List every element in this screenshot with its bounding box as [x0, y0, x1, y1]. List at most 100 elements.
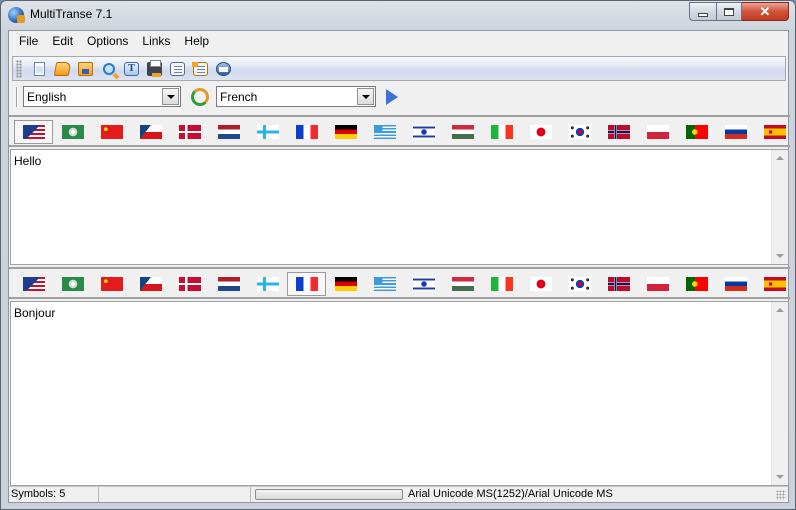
target-flag-japanese[interactable]	[521, 272, 560, 296]
target-flag-korean[interactable]	[560, 272, 599, 296]
chinese-flag-icon	[100, 125, 123, 139]
source-flag-spanish[interactable]	[755, 120, 794, 144]
german-flag-icon	[334, 277, 357, 291]
japanese-flag-icon	[529, 277, 552, 291]
target-flag-spanish[interactable]	[755, 272, 794, 296]
source-text[interactable]: Hello	[14, 154, 41, 168]
source-flag-greek[interactable]	[365, 120, 404, 144]
target-language-dropdown-button[interactable]	[357, 88, 374, 105]
save-button[interactable]	[74, 58, 97, 80]
source-language-dropdown-button[interactable]	[162, 88, 179, 105]
target-flag-hungarian[interactable]	[443, 272, 482, 296]
menu-options[interactable]: Options	[80, 31, 135, 51]
scroll-up-icon[interactable]	[776, 308, 784, 312]
chinese-flag-icon	[100, 277, 123, 291]
source-flag-english-us-uk[interactable]	[14, 120, 53, 144]
source-flag-german[interactable]	[326, 120, 365, 144]
menu-help[interactable]: Help	[177, 31, 216, 51]
korean-flag-icon	[568, 277, 591, 291]
menu-links[interactable]: Links	[135, 31, 177, 51]
symbols-count: Symbols: 5	[9, 487, 99, 502]
target-scrollbar[interactable]	[771, 302, 788, 485]
source-flag-italian[interactable]	[482, 120, 521, 144]
source-text-pane[interactable]: Hello	[10, 149, 789, 265]
mail-button[interactable]	[212, 58, 235, 80]
spanish-flag-icon	[763, 277, 786, 291]
print-button[interactable]	[143, 58, 166, 80]
separator	[16, 87, 18, 107]
target-flag-german[interactable]	[326, 272, 365, 296]
window-title: MultiTranse 7.1	[30, 7, 113, 21]
target-flag-arabic[interactable]	[53, 272, 92, 296]
menu-file[interactable]: File	[12, 31, 45, 51]
english-us-uk-flag-icon	[22, 277, 45, 291]
scroll-down-icon[interactable]	[776, 475, 784, 479]
target-text-pane[interactable]: Bonjour	[10, 301, 789, 486]
resize-grip[interactable]	[776, 490, 786, 500]
source-scrollbar[interactable]	[771, 150, 788, 264]
german-flag-icon	[334, 125, 357, 139]
english-us-uk-flag-icon	[22, 125, 45, 139]
target-flag-italian[interactable]	[482, 272, 521, 296]
dictionary-button[interactable]	[189, 58, 212, 80]
danish-flag-icon	[178, 125, 201, 139]
source-flag-portuguese[interactable]	[677, 120, 716, 144]
text-font-icon: T	[124, 61, 139, 76]
source-flag-danish[interactable]	[170, 120, 209, 144]
target-flag-dutch[interactable]	[209, 272, 248, 296]
target-flag-row	[14, 272, 794, 296]
title-bar[interactable]: MultiTranse 7.1 ✕	[1, 1, 795, 29]
source-language-select[interactable]: English	[23, 86, 181, 107]
target-flag-czech[interactable]	[131, 272, 170, 296]
polish-flag-icon	[646, 277, 669, 291]
italian-flag-icon	[490, 125, 513, 139]
source-flag-hungarian[interactable]	[443, 120, 482, 144]
source-flag-norwegian[interactable]	[599, 120, 638, 144]
arabic-flag-icon	[61, 277, 84, 291]
menu-edit[interactable]: Edit	[45, 31, 80, 51]
printer-icon	[147, 59, 162, 77]
swap-languages-icon[interactable]	[191, 88, 209, 106]
portuguese-flag-icon	[685, 277, 708, 291]
target-flag-hebrew[interactable]	[404, 272, 443, 296]
minimize-button[interactable]	[689, 2, 716, 21]
source-flag-dutch[interactable]	[209, 120, 248, 144]
finnish-flag-icon	[256, 125, 279, 139]
target-flag-norwegian[interactable]	[599, 272, 638, 296]
open-button[interactable]	[51, 58, 74, 80]
scroll-up-icon[interactable]	[776, 156, 784, 160]
source-flag-chinese[interactable]	[92, 120, 131, 144]
scroll-down-icon[interactable]	[776, 254, 784, 258]
finnish-flag-icon	[256, 277, 279, 291]
source-flag-japanese[interactable]	[521, 120, 560, 144]
target-language-select[interactable]: French	[216, 86, 376, 107]
source-flag-finnish[interactable]	[248, 120, 287, 144]
find-button[interactable]	[97, 58, 120, 80]
font-button[interactable]: T	[120, 58, 143, 80]
source-flag-arabic[interactable]	[53, 120, 92, 144]
source-flag-czech[interactable]	[131, 120, 170, 144]
source-flag-hebrew[interactable]	[404, 120, 443, 144]
source-flag-french[interactable]	[287, 120, 326, 144]
target-flag-portuguese[interactable]	[677, 272, 716, 296]
target-text[interactable]: Bonjour	[14, 306, 55, 320]
target-flag-polish[interactable]	[638, 272, 677, 296]
target-flag-danish[interactable]	[170, 272, 209, 296]
document-list-button[interactable]	[166, 58, 189, 80]
target-flag-french[interactable]	[287, 272, 326, 296]
target-flag-english-us-uk[interactable]	[14, 272, 53, 296]
new-button[interactable]	[28, 58, 51, 80]
target-flag-greek[interactable]	[365, 272, 404, 296]
source-flag-polish[interactable]	[638, 120, 677, 144]
source-flag-korean[interactable]	[560, 120, 599, 144]
toolbar-grip[interactable]	[16, 59, 22, 78]
polish-flag-icon	[646, 125, 669, 139]
new-document-icon	[34, 61, 45, 76]
translate-play-icon[interactable]	[386, 89, 398, 105]
close-button[interactable]: ✕	[742, 2, 789, 21]
maximize-button[interactable]	[716, 2, 742, 21]
target-flag-russian[interactable]	[716, 272, 755, 296]
target-flag-chinese[interactable]	[92, 272, 131, 296]
target-flag-finnish[interactable]	[248, 272, 287, 296]
source-flag-russian[interactable]	[716, 120, 755, 144]
